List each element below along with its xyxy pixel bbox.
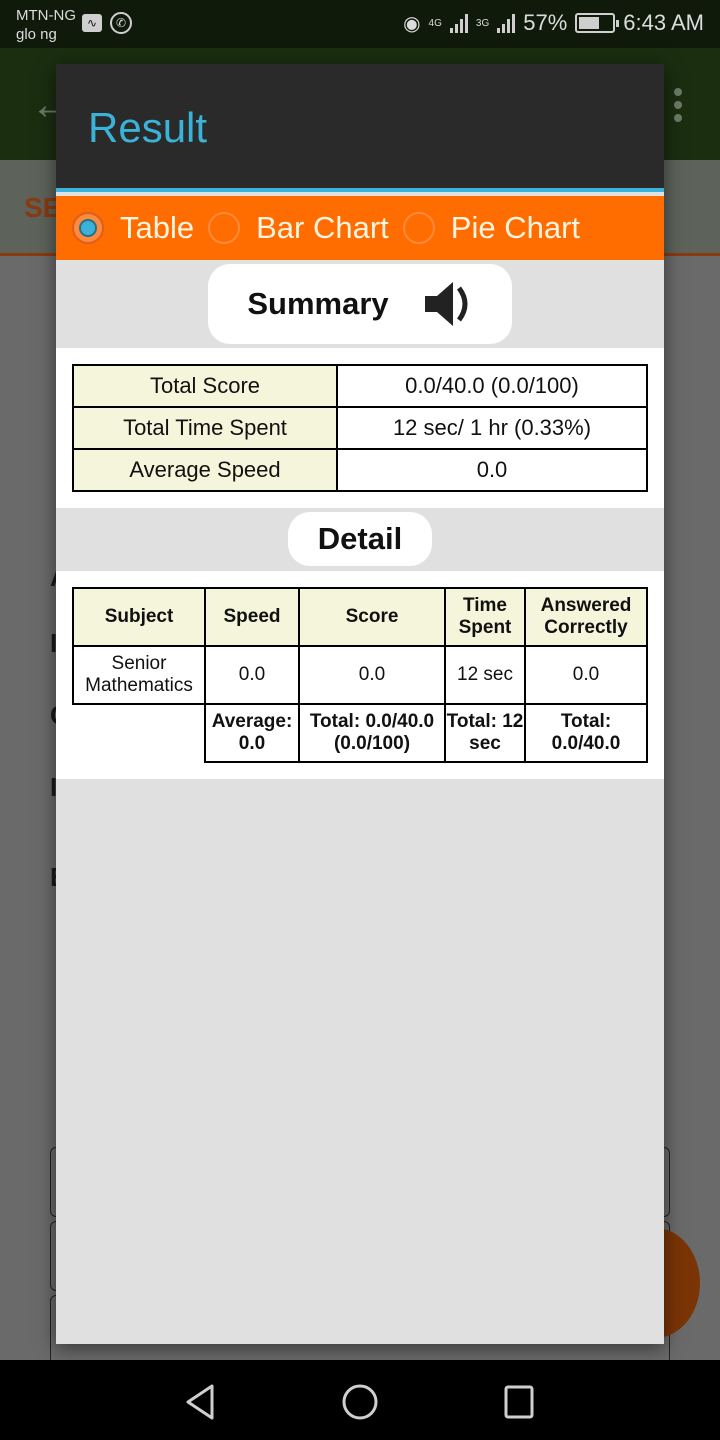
clock: 6:43 AM xyxy=(623,10,704,35)
battery-percent: 57% xyxy=(523,10,568,35)
summary-title: Summary xyxy=(247,286,389,321)
system-indicators: ◉ 4G 3G 57% 6:43 AM xyxy=(403,10,704,36)
summary-value: 0.0/40.0 (0.0/100) xyxy=(336,364,648,408)
table-row: Total Time Spent 12 sec/ 1 hr (0.33%) xyxy=(72,406,648,450)
table-header-row: Subject Speed Score Time Spent Answered … xyxy=(72,587,648,647)
radio-label: Table xyxy=(120,210,195,245)
column-header-time-spent: Time Spent xyxy=(444,587,526,647)
column-header-answered-correctly: Answered Correctly xyxy=(524,587,648,647)
nav-back-icon[interactable] xyxy=(182,1382,218,1422)
whatsapp-icon: ✆ xyxy=(110,12,132,34)
radio-table[interactable]: Table xyxy=(72,210,194,246)
total-time-spent: Total: 12 sec xyxy=(444,703,526,763)
result-dialog: Result Table Bar Chart Pie Chart Summary xyxy=(56,64,664,1344)
nav-recents-icon[interactable] xyxy=(502,1382,536,1422)
screen: MTN-NG glo ng ∿ ✆ ◉ 4G 3G 57% 6:43 AM ← … xyxy=(0,0,720,1440)
carrier-1: MTN-NG xyxy=(16,7,76,24)
totals-row: Average: 0.0 Total: 0.0/40.0 (0.0/100) T… xyxy=(73,703,648,763)
nav-home-icon[interactable] xyxy=(340,1382,380,1422)
column-header-score: Score xyxy=(298,587,446,647)
network-type-2: 3G xyxy=(475,17,490,29)
detail-title: Detail xyxy=(317,521,403,556)
hotspot-icon: ◉ xyxy=(403,12,421,35)
column-header-speed: Speed xyxy=(204,587,300,647)
detail-header: Detail xyxy=(288,512,432,566)
detail-table: Subject Speed Score Time Spent Answered … xyxy=(72,587,648,763)
radio-unselected-icon xyxy=(402,212,435,244)
signal-icon-2 xyxy=(497,13,516,33)
cell-answered-correctly: 0.0 xyxy=(524,645,648,705)
table-row: Senior Mathematics 0.0 0.0 12 sec 0.0 xyxy=(72,645,648,705)
carrier-info: MTN-NG glo ng xyxy=(16,6,76,44)
cell-subject: Senior Mathematics xyxy=(72,645,206,705)
battery-icon xyxy=(575,13,620,33)
cell-time-spent: 12 sec xyxy=(444,645,526,705)
view-mode-radio-group: Table Bar Chart Pie Chart xyxy=(56,196,664,260)
activity-icon: ∿ xyxy=(82,14,102,32)
summary-label: Total Time Spent xyxy=(72,406,338,450)
total-speed: Average: 0.0 xyxy=(204,703,300,763)
radio-selected-icon xyxy=(72,212,104,244)
overflow-menu-icon xyxy=(674,88,682,122)
summary-header: Summary xyxy=(208,264,512,344)
total-answered-correctly: Total: 0.0/40.0 xyxy=(524,703,648,763)
cell-empty xyxy=(73,704,205,762)
notification-icons: ∿ ✆ xyxy=(82,12,132,34)
cell-score: 0.0 xyxy=(298,645,446,705)
summary-value: 0.0 xyxy=(336,448,648,492)
radio-pie-chart[interactable]: Pie Chart xyxy=(402,210,581,246)
signal-icon-1 xyxy=(449,13,468,33)
summary-label: Average Speed xyxy=(72,448,338,492)
navigation-bar xyxy=(0,1360,720,1440)
radio-label: Pie Chart xyxy=(450,210,581,245)
column-header-subject: Subject xyxy=(72,587,206,647)
status-bar: MTN-NG glo ng ∿ ✆ ◉ 4G 3G 57% 6:43 AM xyxy=(0,0,720,48)
radio-unselected-icon xyxy=(208,212,241,244)
speaker-icon[interactable] xyxy=(423,278,473,330)
radio-label: Bar Chart xyxy=(256,210,389,245)
total-score: Total: 0.0/40.0 (0.0/100) xyxy=(298,703,446,763)
carrier-2: glo ng xyxy=(16,26,57,43)
summary-label: Total Score xyxy=(72,364,338,408)
cell-speed: 0.0 xyxy=(204,645,300,705)
dialog-title: Result xyxy=(88,104,208,151)
radio-bar-chart[interactable]: Bar Chart xyxy=(208,210,389,246)
dialog-header: Result xyxy=(56,64,664,192)
network-type-1: 4G xyxy=(428,17,442,29)
table-row: Total Score 0.0/40.0 (0.0/100) xyxy=(72,364,648,408)
summary-value: 12 sec/ 1 hr (0.33%) xyxy=(336,406,648,450)
table-row: Average Speed 0.0 xyxy=(72,448,648,492)
summary-table: Total Score 0.0/40.0 (0.0/100) Total Tim… xyxy=(72,364,648,492)
